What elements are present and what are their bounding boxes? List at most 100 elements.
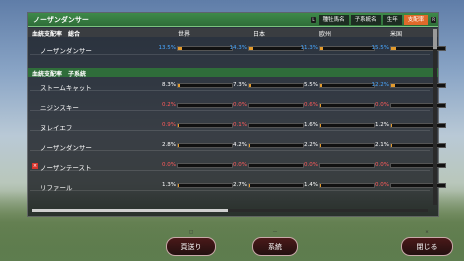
subline-row[interactable]: × ノーザンテースト 0.0% 0.0% 0.0% 0.0% bbox=[30, 160, 446, 172]
value: 0.0% bbox=[233, 162, 247, 168]
rate-bar-fill bbox=[320, 47, 324, 50]
title-bar: ノーザンダンサー L 種牡馬名 子系統名 生年 支配率 R bbox=[28, 13, 438, 27]
subline-name: ノーザンダンサー bbox=[40, 144, 92, 152]
total-header: 血統支配率 総合 世界 日本 欧州 米国 bbox=[28, 28, 438, 38]
sort-tabs: L 種牡馬名 子系統名 生年 支配率 R bbox=[309, 13, 438, 26]
rate-cell-europe: 0.6% bbox=[296, 102, 378, 109]
cross-icon: × bbox=[425, 230, 429, 235]
rate-bar-fill bbox=[178, 144, 179, 147]
rate-cell-japan: 7.3% bbox=[225, 82, 307, 89]
rate-bar-fill bbox=[391, 47, 396, 50]
vertical-scroll-thumb[interactable] bbox=[433, 29, 437, 49]
rate-cell-europe: 0.0% bbox=[296, 162, 378, 169]
subline-row[interactable]: リファール 1.3% 2.7% 1.4% 0.0% bbox=[30, 180, 446, 192]
value: 5.5% bbox=[304, 82, 318, 88]
vertical-scrollbar[interactable] bbox=[433, 29, 437, 205]
total-row: ノーザンダンサー 13.5% 14.3% 11.3% 15.5% bbox=[30, 43, 446, 55]
rate-bar-fill bbox=[178, 84, 181, 87]
subline-header-label: 血統支配率 子系統 bbox=[32, 71, 87, 78]
rate-bar-fill bbox=[320, 84, 322, 87]
lineage-label: 系統 bbox=[268, 242, 282, 251]
value: 0.0% bbox=[375, 182, 389, 188]
rate-cell-japan: 0.1% bbox=[225, 122, 307, 129]
rate-cell-europe: 5.5% bbox=[296, 82, 378, 89]
lineage-button[interactable]: — 系統 bbox=[252, 230, 298, 256]
value: 2.7% bbox=[233, 182, 247, 188]
rate-bar bbox=[390, 103, 446, 108]
rate-bar-fill bbox=[249, 144, 251, 147]
value: 0.9% bbox=[162, 122, 176, 128]
total-row-name: ノーザンダンサー bbox=[40, 47, 92, 55]
value: 0.1% bbox=[233, 122, 247, 128]
total-cell-world: 13.5% bbox=[154, 45, 236, 52]
subline-name: ニジンスキー bbox=[40, 104, 79, 112]
rate-cell-world: 2.8% bbox=[154, 142, 236, 149]
rate-cell-europe: 1.4% bbox=[296, 182, 378, 189]
total-header-label: 血統支配率 総合 bbox=[32, 31, 81, 38]
value: 0.0% bbox=[375, 162, 389, 168]
page-next-button[interactable]: □ 頁送り bbox=[166, 230, 216, 256]
subline-row[interactable]: ノーザンダンサー 2.8% 4.2% 2.2% 2.1% bbox=[30, 140, 446, 152]
column-usa: 米国 bbox=[390, 31, 403, 38]
close-button[interactable]: × 閉じる bbox=[401, 230, 453, 256]
r-button-hint: R bbox=[431, 16, 436, 23]
tab-subline-name[interactable]: 子系統名 bbox=[350, 14, 381, 25]
column-europe: 欧州 bbox=[319, 31, 332, 38]
rate-bar-fill bbox=[391, 144, 392, 147]
value: 12.2% bbox=[371, 82, 389, 88]
value: 7.3% bbox=[233, 82, 247, 88]
value: 0.0% bbox=[304, 162, 318, 168]
subline-name: ヌレイエフ bbox=[40, 124, 73, 132]
rate-bar bbox=[390, 46, 446, 51]
value: 1.6% bbox=[304, 122, 318, 128]
subline-row[interactable]: ニジンスキー 0.2% 0.0% 0.6% 0.0% bbox=[30, 100, 446, 112]
column-world: 世界 bbox=[178, 31, 191, 38]
tab-stallion-name[interactable]: 種牡馬名 bbox=[318, 14, 349, 25]
rate-cell-europe: 1.6% bbox=[296, 122, 378, 129]
value: 2.2% bbox=[304, 142, 318, 148]
subline-header: 血統支配率 子系統 bbox=[28, 68, 438, 78]
rate-cell-world: 1.3% bbox=[154, 182, 236, 189]
rate-bar bbox=[390, 163, 446, 168]
l-button-hint: L bbox=[311, 16, 316, 23]
tab-birth-year[interactable]: 生年 bbox=[382, 14, 402, 25]
rate-bar-fill bbox=[249, 84, 252, 87]
subline-name: リファール bbox=[40, 184, 73, 192]
horizontal-scrollbar[interactable] bbox=[32, 209, 428, 212]
total-cell-europe: 11.3% bbox=[296, 45, 378, 52]
warning-marker-icon: × bbox=[32, 163, 38, 169]
rate-cell-world: 0.9% bbox=[154, 122, 236, 129]
value: 1.2% bbox=[375, 122, 389, 128]
rate-bar-fill bbox=[391, 84, 395, 87]
rate-cell-japan: 4.2% bbox=[225, 142, 307, 149]
total-cell-japan: 14.3% bbox=[225, 45, 307, 52]
value: 0.6% bbox=[304, 102, 318, 108]
page-next-label: 頁送り bbox=[180, 242, 202, 251]
rate-bar bbox=[390, 183, 446, 188]
subline-name: ノーザンテースト bbox=[40, 164, 92, 172]
value: 4.2% bbox=[233, 142, 247, 148]
tab-dominance-rate[interactable]: 支配率 bbox=[403, 14, 429, 25]
subline-row[interactable]: ストームキャット 8.3% 7.3% 5.5% 12.2% bbox=[30, 80, 446, 92]
value: 2.1% bbox=[375, 142, 389, 148]
square-icon: □ bbox=[188, 230, 194, 235]
subline-name: ストームキャット bbox=[40, 84, 92, 92]
rate-bar bbox=[390, 83, 446, 88]
value: 11.3% bbox=[300, 45, 318, 51]
bloodline-panel: ノーザンダンサー L 種牡馬名 子系統名 生年 支配率 R 血統支配率 総合 世… bbox=[27, 12, 446, 217]
value: 0.0% bbox=[233, 102, 247, 108]
panel-title: ノーザンダンサー bbox=[33, 16, 89, 24]
value: 0.0% bbox=[375, 102, 389, 108]
rate-bar-fill bbox=[320, 144, 321, 147]
value: 13.5% bbox=[158, 45, 176, 51]
subline-row[interactable]: ヌレイエフ 0.9% 0.1% 1.6% 1.2% bbox=[30, 120, 446, 132]
rate-cell-world: 8.3% bbox=[154, 82, 236, 89]
rate-cell-world: 0.0% bbox=[154, 162, 236, 169]
rate-bar-fill bbox=[178, 47, 182, 50]
value: 8.3% bbox=[162, 82, 176, 88]
rate-cell-japan: 0.0% bbox=[225, 162, 307, 169]
horizontal-scroll-thumb[interactable] bbox=[32, 209, 228, 212]
rate-bar-fill bbox=[249, 47, 254, 50]
close-label: 閉じる bbox=[416, 242, 438, 251]
column-japan: 日本 bbox=[253, 31, 266, 38]
